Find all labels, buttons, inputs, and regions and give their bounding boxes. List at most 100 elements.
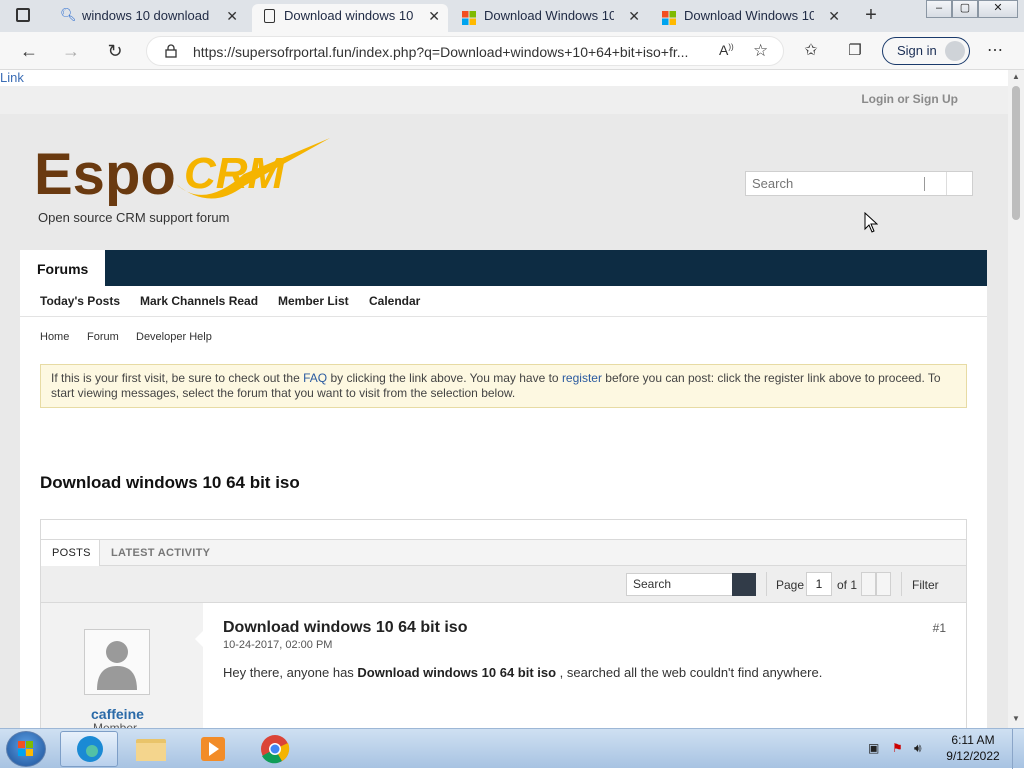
site-tagline: Open source CRM support forum bbox=[38, 210, 230, 225]
tab-title: Download Windows 10 bbox=[484, 8, 614, 23]
page-icon bbox=[264, 9, 275, 23]
prev-page-button[interactable] bbox=[861, 572, 876, 596]
forward-icon[interactable]: → bbox=[60, 40, 82, 62]
avatar-icon bbox=[945, 41, 965, 61]
taskbar-clock[interactable]: 6:11 AM 9/12/2022 bbox=[946, 732, 1000, 764]
post-date: 10-24-2017, 02:00 PM bbox=[223, 639, 333, 651]
new-tab-button[interactable]: + bbox=[860, 4, 882, 26]
filter-button[interactable]: Filter bbox=[912, 578, 939, 592]
notice-text-1: If this is your first visit, be sure to … bbox=[51, 371, 304, 385]
lock-icon[interactable] bbox=[165, 44, 177, 58]
microsoft-logo-icon bbox=[662, 9, 676, 25]
breadcrumb-developer-help[interactable]: Developer Help bbox=[136, 331, 212, 343]
mark-channels-read-link[interactable]: Mark Channels Read bbox=[140, 294, 258, 308]
minimize-button[interactable]: – bbox=[926, 0, 952, 18]
login-link[interactable]: Login or Sign Up bbox=[861, 92, 958, 106]
member-list-link[interactable]: Member List bbox=[278, 294, 349, 308]
tab-active[interactable]: Download windows 10 64 ✕ bbox=[252, 4, 448, 32]
posts-toolbar: Search Page 1 of 1 Filter bbox=[41, 566, 966, 603]
todays-posts-link[interactable]: Today's Posts bbox=[40, 294, 120, 308]
refresh-icon[interactable]: ↻ bbox=[104, 40, 126, 62]
scroll-thumb[interactable] bbox=[1012, 86, 1020, 220]
tab-download-windows-2[interactable]: Download Windows 10 ✕ bbox=[652, 4, 848, 32]
page-number-input[interactable]: 1 bbox=[806, 572, 832, 596]
page-scrollbar[interactable]: ▲ ▼ bbox=[1008, 70, 1024, 728]
start-button[interactable] bbox=[6, 731, 46, 767]
username-link[interactable]: caffeine bbox=[91, 706, 144, 722]
url-text[interactable]: https://supersofrportal.fun/index.php?q=… bbox=[193, 44, 688, 60]
microsoft-logo-icon bbox=[462, 9, 476, 25]
show-desktop-button[interactable] bbox=[1012, 729, 1024, 769]
file-explorer-taskbar-icon[interactable] bbox=[122, 731, 180, 767]
page-count: of 1 bbox=[837, 578, 858, 592]
posts-box: POSTS LATEST ACTIVITY Search Page 1 of 1… bbox=[40, 519, 967, 728]
more-icon[interactable]: ⋯ bbox=[984, 40, 1006, 62]
chrome-taskbar-icon[interactable] bbox=[246, 731, 304, 767]
action-center-icon[interactable]: ⚑ bbox=[892, 741, 903, 755]
post-number-link[interactable]: #1 bbox=[933, 621, 946, 635]
header-search-button[interactable] bbox=[946, 172, 972, 195]
add-favorite-icon[interactable]: ☆ bbox=[753, 41, 768, 61]
divider bbox=[766, 572, 767, 596]
post-body: Download windows 10 64 bit iso 10-24-201… bbox=[195, 603, 966, 728]
next-page-button[interactable] bbox=[876, 572, 891, 596]
sign-in-label: Sign in bbox=[897, 43, 937, 58]
window-close-button[interactable]: ✕ bbox=[978, 0, 1018, 18]
page-label: Page bbox=[776, 578, 805, 592]
close-icon[interactable]: ✕ bbox=[428, 4, 440, 28]
network-icon[interactable]: ▣ bbox=[868, 741, 879, 755]
header-search-input[interactable] bbox=[746, 172, 922, 195]
close-icon[interactable]: ✕ bbox=[226, 4, 238, 28]
breadcrumb-home[interactable]: Home bbox=[40, 331, 69, 343]
browser-tab-strip: 🔍︎ windows 10 download iso ✕ Download wi… bbox=[0, 0, 1024, 32]
maximize-button[interactable]: ▢ bbox=[952, 0, 978, 18]
post-text-1: Hey there, anyone has bbox=[223, 665, 358, 680]
main-nav: Forums bbox=[20, 250, 987, 286]
taskbar: ▣ ⚑ 🔊︎ 6:11 AM 9/12/2022 bbox=[0, 728, 1024, 769]
page-viewport: Link Login or Sign Up Espo CRM Open sour… bbox=[0, 70, 1008, 728]
favorites-icon[interactable]: ✩ bbox=[800, 40, 822, 62]
close-icon[interactable]: ✕ bbox=[828, 4, 840, 28]
top-link[interactable]: Link bbox=[0, 70, 24, 85]
post-title: Download windows 10 64 bit iso bbox=[223, 619, 468, 636]
edge-taskbar-icon[interactable] bbox=[60, 731, 118, 767]
mouse-cursor-icon bbox=[864, 211, 879, 234]
address-bar[interactable]: https://supersofrportal.fun/index.php?q=… bbox=[146, 36, 784, 66]
clock-time: 6:11 AM bbox=[951, 733, 995, 747]
faq-link[interactable]: FAQ bbox=[303, 371, 327, 385]
tab-latest-activity[interactable]: LATEST ACTIVITY bbox=[111, 540, 210, 566]
clock-date: 9/12/2022 bbox=[946, 749, 1000, 763]
back-icon[interactable]: ← bbox=[18, 40, 40, 62]
post-item: caffeine Member Download windows 10 64 b… bbox=[41, 603, 966, 728]
tab-download-windows-1[interactable]: Download Windows 10 ✕ bbox=[452, 4, 648, 32]
breadcrumb-forum[interactable]: Forum bbox=[87, 331, 119, 343]
tab-title: Download Windows 10 bbox=[684, 8, 814, 23]
media-player-taskbar-icon[interactable] bbox=[184, 731, 242, 767]
user-role: Member bbox=[93, 721, 138, 728]
tab-search[interactable]: 🔍︎ windows 10 download iso ✕ bbox=[50, 4, 246, 32]
volume-icon[interactable]: 🔊︎ bbox=[914, 741, 922, 756]
user-avatar[interactable] bbox=[84, 629, 150, 695]
main-content: Forums Today's Posts Mark Channels Read … bbox=[20, 250, 987, 728]
close-icon[interactable]: ✕ bbox=[628, 4, 640, 28]
posts-tabs: POSTS LATEST ACTIVITY bbox=[41, 539, 966, 566]
tab-actions-icon[interactable] bbox=[16, 8, 30, 22]
tab-title: windows 10 download iso bbox=[82, 8, 212, 23]
collections-icon[interactable]: ❐ bbox=[844, 40, 866, 62]
sub-nav: Today's Posts Mark Channels Read Member … bbox=[20, 286, 987, 317]
scroll-up-arrow[interactable]: ▲ bbox=[1012, 72, 1020, 81]
post-text-2: , searched all the web couldn't find any… bbox=[556, 665, 823, 680]
post-pointer bbox=[195, 631, 203, 647]
read-aloud-icon[interactable]: A)) bbox=[719, 42, 734, 58]
calendar-link[interactable]: Calendar bbox=[369, 294, 420, 308]
espocrm-logo[interactable]: Espo CRM bbox=[34, 136, 334, 207]
divider bbox=[901, 572, 902, 596]
posts-search-button[interactable] bbox=[732, 573, 756, 596]
search-divider bbox=[924, 177, 925, 191]
tab-forums[interactable]: Forums bbox=[20, 250, 105, 286]
register-link[interactable]: register bbox=[562, 371, 602, 385]
scroll-down-arrow[interactable]: ▼ bbox=[1012, 714, 1020, 723]
tab-posts[interactable]: POSTS bbox=[41, 540, 100, 566]
post-text: Hey there, anyone has Download windows 1… bbox=[223, 665, 822, 680]
sign-in-button[interactable]: Sign in bbox=[882, 37, 970, 65]
